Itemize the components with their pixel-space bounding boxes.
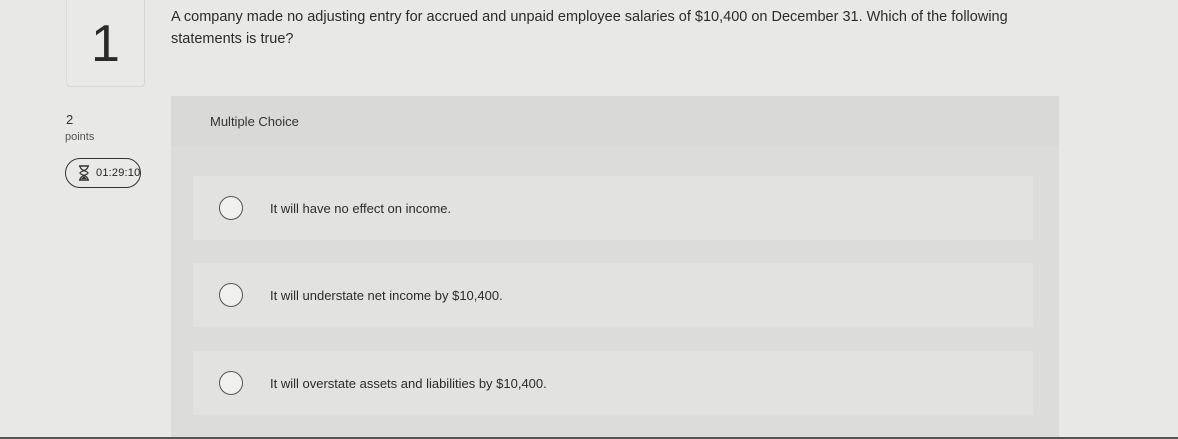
choice-option-3[interactable]: It will overstate assets and liabilities… xyxy=(193,351,1033,415)
points-value: 2 xyxy=(66,112,74,127)
radio-button[interactable] xyxy=(219,283,243,307)
choice-text: It will overstate assets and liabilities… xyxy=(270,375,547,391)
choice-text: It will understate net income by $10,400… xyxy=(270,287,503,303)
multiple-choice-label: Multiple Choice xyxy=(210,114,299,129)
choice-option-1[interactable]: It will have no effect on income. xyxy=(193,176,1033,240)
hourglass-icon xyxy=(78,165,90,181)
question-number-box: 1 xyxy=(66,0,145,87)
multiple-choice-header: Multiple Choice xyxy=(171,96,1059,146)
choice-option-2[interactable]: It will understate net income by $10,400… xyxy=(193,263,1033,327)
radio-button[interactable] xyxy=(219,371,243,395)
timer-text: 01:29:10 xyxy=(96,167,141,179)
choice-text: It will have no effect on income. xyxy=(270,200,452,216)
timer-badge[interactable]: 01:29:10 xyxy=(65,158,141,188)
points-label: points xyxy=(65,131,95,143)
question-text: A company made no adjusting entry for ac… xyxy=(171,9,1008,47)
multiple-choice-panel: Multiple Choice It will have no effect o… xyxy=(171,96,1059,439)
radio-button[interactable] xyxy=(219,196,243,220)
question-number: 1 xyxy=(91,15,120,73)
